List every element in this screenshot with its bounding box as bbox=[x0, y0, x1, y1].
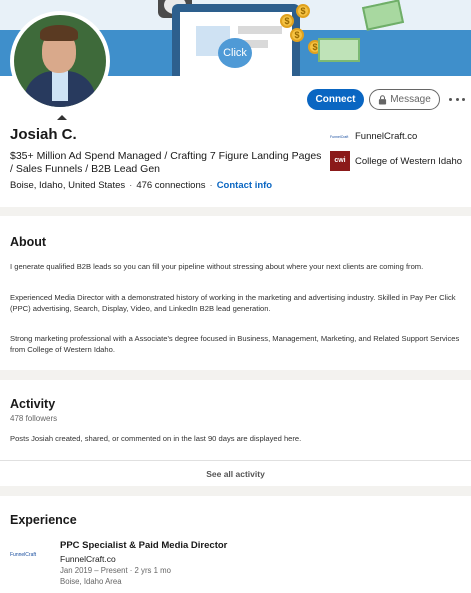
experience-section: Experience FunnelCraft PPC Specialist & … bbox=[0, 496, 471, 593]
coin-icon: $ bbox=[296, 4, 310, 18]
cwi-logo: cwi bbox=[330, 151, 350, 171]
org-college-western-idaho[interactable]: cwi College of Western Idaho bbox=[330, 151, 462, 171]
experience-company: FunnelCraft.co bbox=[60, 554, 116, 564]
banknote-illustration bbox=[318, 38, 360, 62]
message-button[interactable]: Message bbox=[369, 89, 440, 110]
connections-count[interactable]: 476 connections bbox=[136, 180, 205, 191]
profile-meta: Boise, Idaho, United States · 476 connecti… bbox=[10, 180, 273, 191]
more-options-icon[interactable] bbox=[449, 91, 465, 107]
about-section: About I generate qualified B2B leads so … bbox=[0, 216, 471, 370]
see-all-activity-button[interactable]: See all activity bbox=[0, 461, 471, 486]
caret-up-icon bbox=[57, 115, 67, 120]
experience-title: Experience bbox=[10, 513, 77, 527]
activity-note: Posts Josiah created, shared, or comment… bbox=[10, 434, 302, 443]
followers-count: 478 followers bbox=[10, 414, 58, 423]
about-paragraph: Experienced Media Director with a demons… bbox=[10, 293, 456, 313]
profile-headline: $35+ Million Ad Spend Managed / Crafting… bbox=[10, 150, 322, 175]
activity-section: Activity 478 followers Posts Josiah crea… bbox=[0, 380, 471, 486]
experience-dates: Jan 2019 – Present · 2 yrs 1 mo bbox=[60, 566, 171, 575]
experience-location: Boise, Idaho Area bbox=[60, 577, 122, 586]
org-funnelcraft[interactable]: FunnelCraft FunnelCraft.co bbox=[330, 131, 417, 142]
about-paragraph: Strong marketing professional with a Ass… bbox=[10, 334, 460, 354]
lock-icon bbox=[379, 94, 387, 104]
coin-icon: $ bbox=[280, 14, 294, 28]
contact-info-link[interactable]: Contact info bbox=[217, 180, 272, 191]
banner-click-graphic: Click bbox=[218, 38, 252, 68]
about-title: About bbox=[10, 235, 47, 249]
message-button-label: Message bbox=[390, 94, 431, 105]
about-paragraph: I generate qualified B2B leads so you ca… bbox=[10, 262, 424, 271]
funnelcraft-logo[interactable]: FunnelCraft bbox=[10, 550, 46, 560]
profile-top-card: Click $ $ $ $ Connect Message Josiah C. … bbox=[0, 0, 471, 207]
activity-title: Activity bbox=[10, 397, 56, 411]
org-name: FunnelCraft.co bbox=[355, 131, 418, 142]
profile-name: Josiah C. bbox=[10, 126, 77, 143]
connect-button[interactable]: Connect bbox=[307, 89, 364, 110]
profile-location: Boise, Idaho, United States bbox=[10, 180, 126, 191]
coin-icon: $ bbox=[290, 28, 304, 42]
profile-photo[interactable] bbox=[10, 11, 110, 111]
org-name: College of Western Idaho bbox=[355, 155, 463, 167]
funnelcraft-logo: FunnelCraft bbox=[330, 134, 349, 139]
experience-job-title[interactable]: PPC Specialist & Paid Media Director bbox=[60, 540, 227, 551]
